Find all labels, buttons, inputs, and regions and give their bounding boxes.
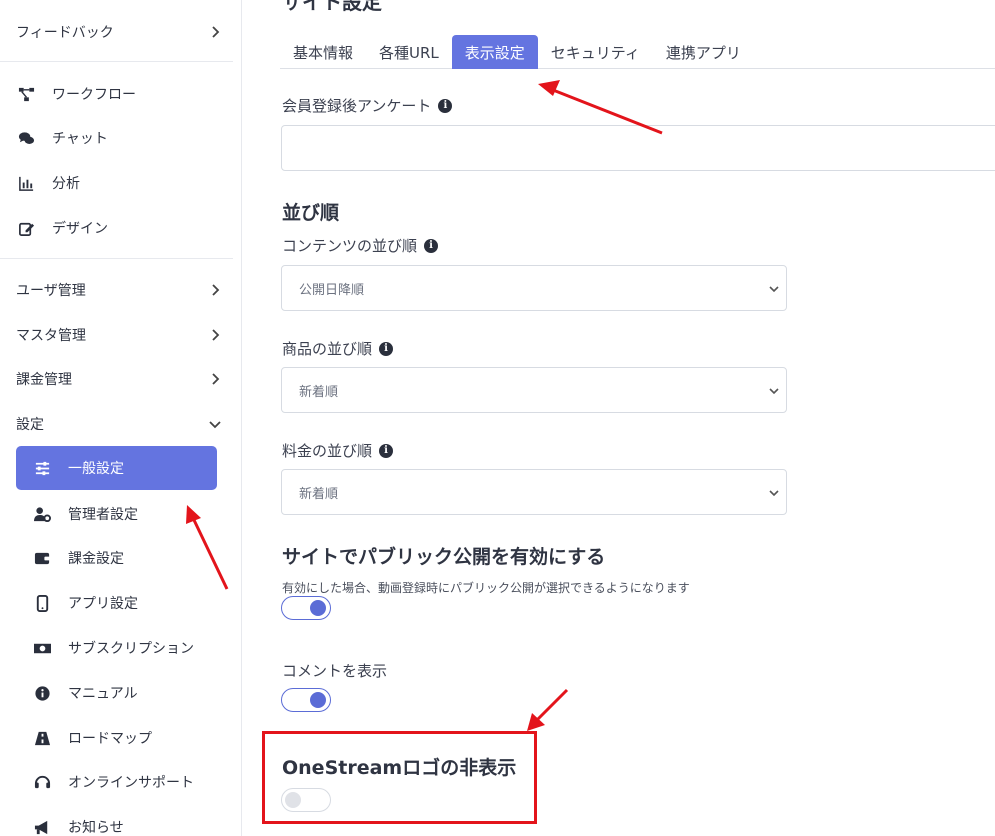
chat-icon (16, 128, 36, 148)
survey-label: 会員登録後アンケート (282, 97, 432, 115)
sidebar-item-label: 分析 (52, 176, 80, 192)
chart-icon (16, 173, 36, 193)
sidebar-item-billing-settings[interactable]: 課金設定 (16, 536, 217, 580)
sidebar-item-label: サブスクリプション (68, 641, 194, 657)
price-sort-select[interactable]: 新着順 (281, 469, 787, 515)
survey-input[interactable] (281, 125, 995, 171)
sidebar-item-roadmap[interactable]: ロードマップ (16, 716, 217, 760)
sidebar-item-label: 設定 (16, 417, 44, 433)
sidebar-item-subscription[interactable]: サブスクリプション (16, 626, 217, 670)
product-sort-label: 商品の並び順 (282, 340, 373, 358)
sidebar-item-billing-management[interactable]: 課金管理 (16, 361, 225, 397)
price-sort-label: 料金の並び順 (282, 442, 373, 460)
product-sort-label-row: 商品の並び順 i (282, 338, 394, 359)
sidebar-item-label: ユーザ管理 (16, 283, 86, 299)
sidebar-item-label: オンラインサポート (68, 775, 194, 791)
sidebar-item-label: マスタ管理 (16, 328, 86, 344)
price-sort-label-row: 料金の並び順 i (282, 440, 394, 461)
info-icon[interactable]: i (438, 98, 453, 113)
sidebar-item-admin-settings[interactable]: 管理者設定 (16, 492, 217, 536)
chevron-down-icon (768, 283, 780, 295)
info-icon (32, 683, 52, 703)
user-gear-icon (32, 504, 52, 524)
comments-label: コメントを表示 (282, 662, 388, 680)
survey-label-row: 会員登録後アンケート i (282, 95, 453, 116)
chevron-down-icon (768, 385, 780, 397)
info-icon[interactable]: i (424, 238, 439, 253)
chevron-right-icon (207, 327, 223, 343)
sidebar-item-label: アプリ設定 (68, 596, 138, 612)
sidebar-item-label: お知らせ (68, 820, 124, 836)
sidebar: フィードバック ワークフロー チャット 分析 デザイン ユーザ管理 マスタ管理 … (0, 0, 242, 836)
sliders-icon (32, 458, 52, 478)
sidebar-item-settings[interactable]: 設定 (16, 406, 225, 442)
public-toggle[interactable] (281, 596, 331, 620)
road-icon (32, 728, 52, 748)
money-icon (32, 638, 52, 658)
tab-display-settings[interactable]: 表示設定 (451, 35, 538, 69)
headset-icon (32, 772, 52, 792)
megaphone-icon (32, 817, 52, 836)
sidebar-item-label: マニュアル (68, 686, 138, 702)
main-content: サイト設定 基本情報 各種URL 表示設定 セキュリティ 連携アプリ 会員登録後… (242, 0, 995, 836)
sidebar-item-label: チャット (52, 131, 108, 147)
sidebar-item-design[interactable]: デザイン (16, 210, 225, 246)
info-icon[interactable]: i (379, 443, 394, 458)
content-sort-value: 公開日降順 (299, 282, 365, 298)
sidebar-divider (0, 61, 233, 62)
edit-icon (16, 218, 36, 238)
chevron-right-icon (207, 24, 223, 40)
sidebar-item-label: 課金設定 (68, 551, 124, 567)
toggle-knob (310, 600, 326, 616)
sidebar-item-label: 管理者設定 (68, 507, 138, 523)
chevron-down-icon (768, 487, 780, 499)
public-section-help: 有効にした場合、動画登録時にパブリック公開が選択できるようになります (282, 581, 690, 595)
page-title: サイト設定 (282, 0, 382, 14)
sidebar-item-analytics[interactable]: 分析 (16, 165, 225, 201)
sidebar-item-manual[interactable]: マニュアル (16, 671, 217, 715)
sidebar-item-app-settings[interactable]: アプリ設定 (16, 581, 217, 625)
content-sort-select[interactable]: 公開日降順 (281, 265, 787, 311)
comments-toggle[interactable] (281, 688, 331, 712)
mobile-icon (32, 593, 52, 613)
tab-basic-info[interactable]: 基本情報 (280, 35, 366, 69)
sidebar-item-online-support[interactable]: オンラインサポート (16, 760, 217, 804)
chevron-right-icon (207, 282, 223, 298)
product-sort-value: 新着順 (299, 384, 339, 400)
info-icon[interactable]: i (379, 341, 394, 356)
annotation-highlight-box (262, 731, 537, 824)
tab-security[interactable]: セキュリティ (538, 35, 653, 69)
tab-integrations[interactable]: 連携アプリ (653, 35, 754, 69)
public-section-title: サイトでパブリック公開を有効にする (282, 546, 606, 568)
sidebar-item-feedback[interactable]: フィードバック (16, 14, 225, 50)
tab-urls[interactable]: 各種URL (366, 35, 452, 69)
sort-section-title: 並び順 (282, 202, 340, 224)
sidebar-item-chat[interactable]: チャット (16, 120, 225, 156)
chevron-right-icon (207, 371, 223, 387)
workflow-icon (16, 84, 36, 104)
sidebar-item-master-management[interactable]: マスタ管理 (16, 317, 225, 353)
content-sort-label: コンテンツの並び順 (282, 237, 418, 255)
price-sort-value: 新着順 (299, 486, 339, 502)
sidebar-item-label: デザイン (52, 221, 108, 237)
sidebar-item-workflow[interactable]: ワークフロー (16, 76, 225, 112)
wallet-icon (32, 548, 52, 568)
sidebar-item-label: ワークフロー (52, 87, 136, 103)
product-sort-select[interactable]: 新着順 (281, 367, 787, 413)
sidebar-item-general-settings[interactable]: 一般設定 (16, 446, 217, 490)
toggle-knob (310, 692, 326, 708)
sidebar-divider (0, 258, 233, 259)
sidebar-item-user-management[interactable]: ユーザ管理 (16, 272, 225, 308)
sidebar-item-label: ロードマップ (68, 731, 152, 747)
sidebar-item-label: フィードバック (16, 25, 114, 41)
sidebar-item-news[interactable]: お知らせ (16, 805, 217, 836)
sidebar-item-label: 一般設定 (68, 461, 124, 477)
settings-tabs: 基本情報 各種URL 表示設定 セキュリティ 連携アプリ (280, 35, 995, 69)
chevron-down-icon (207, 416, 223, 432)
content-sort-label-row: コンテンツの並び順 i (282, 235, 439, 256)
sidebar-item-label: 課金管理 (16, 372, 72, 388)
